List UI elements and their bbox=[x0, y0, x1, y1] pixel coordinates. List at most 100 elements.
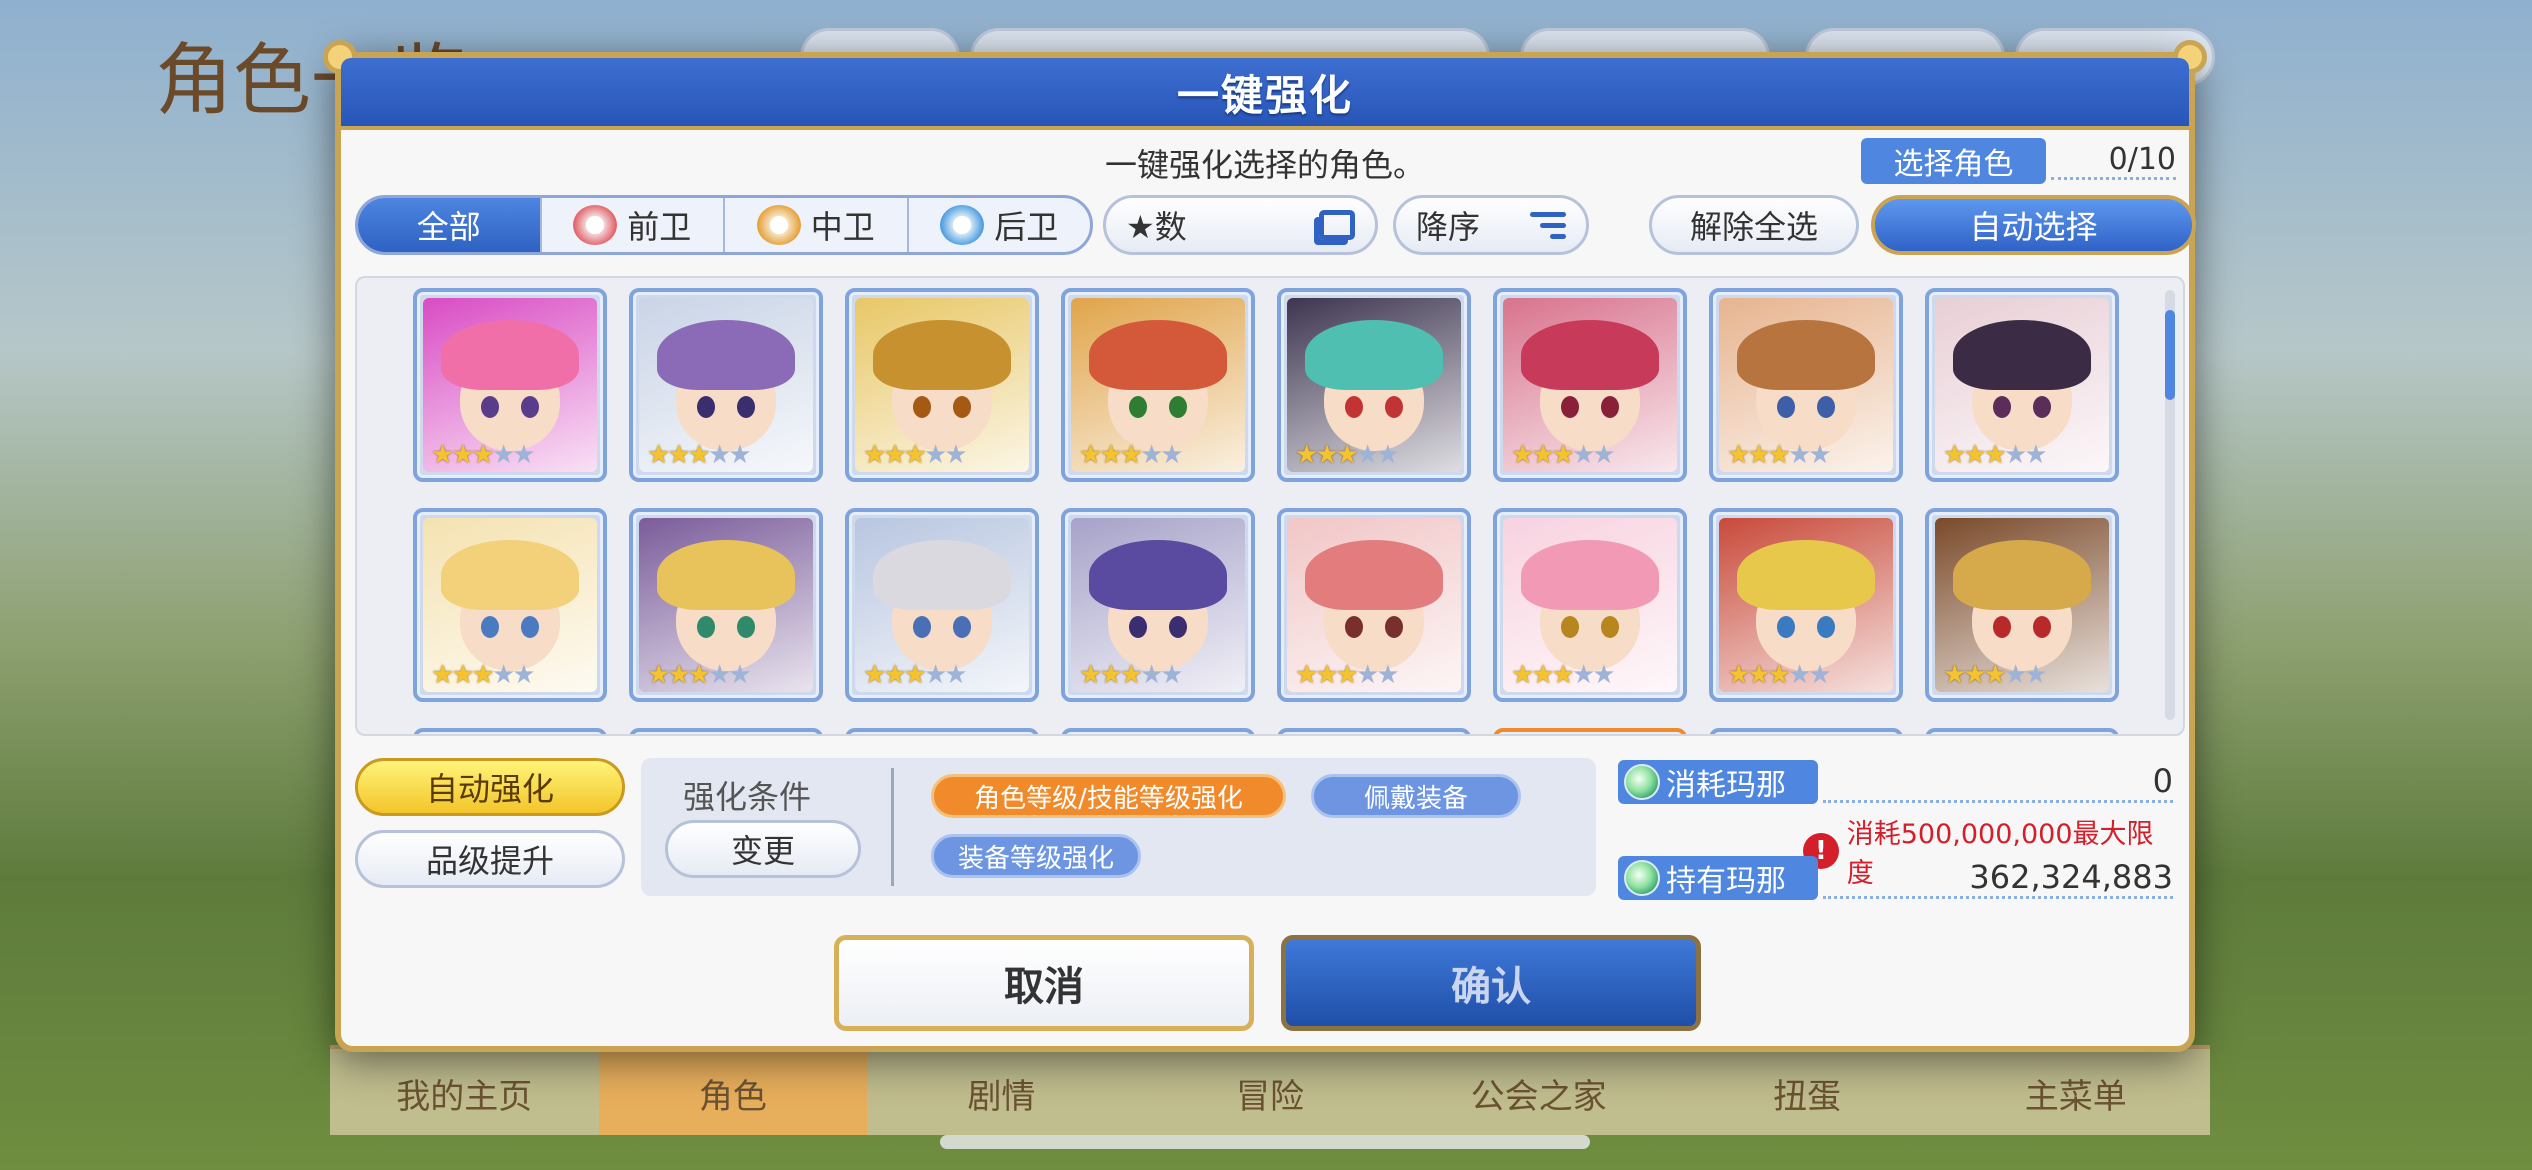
star-rating: ★★★★★ bbox=[1943, 440, 2048, 470]
tab-vanguard[interactable]: » 前卫 bbox=[542, 198, 725, 252]
tab-midguard[interactable]: » 中卫 bbox=[725, 198, 909, 252]
star-icon: ★ bbox=[687, 440, 711, 470]
deselect-all-button[interactable]: 解除全选 bbox=[1649, 195, 1859, 255]
rank-up-button[interactable]: 品级提升 bbox=[355, 830, 625, 888]
character-card[interactable]: ★★★★★ bbox=[1061, 508, 1255, 702]
portrait-hair bbox=[1089, 540, 1227, 610]
character-card[interactable]: ★★★★★ bbox=[1925, 508, 2119, 702]
bottom-nav-item: 剧情 bbox=[967, 1077, 1036, 1117]
character-card[interactable]: ★★★★★ bbox=[629, 508, 823, 702]
character-card[interactable]: ★★★★★ bbox=[413, 288, 607, 482]
star-icon: ★ bbox=[451, 660, 474, 690]
character-card[interactable] bbox=[1709, 728, 1903, 734]
character-portrait: ★★★★★ bbox=[423, 298, 597, 472]
portrait-hair bbox=[441, 320, 579, 390]
character-card[interactable]: ★★★★★ bbox=[413, 508, 607, 702]
portrait-eye bbox=[1169, 396, 1187, 418]
sort-label: 降序 bbox=[1416, 208, 1481, 246]
home-indicator[interactable] bbox=[940, 1135, 1590, 1149]
star-rating: ★★★★★ bbox=[431, 660, 536, 690]
star-icon: ★ bbox=[512, 660, 535, 690]
portrait-eye bbox=[1817, 616, 1835, 638]
portrait-eye bbox=[1561, 396, 1579, 418]
grid-scrollbar[interactable] bbox=[2165, 290, 2175, 720]
cancel-button[interactable]: 取消 bbox=[834, 935, 1254, 1031]
star-icon: ★ bbox=[1727, 660, 1750, 690]
star-rating: ★★★★★ bbox=[1511, 440, 1616, 470]
portrait-eye bbox=[953, 396, 971, 418]
sort-order-button[interactable]: 降序 bbox=[1393, 195, 1589, 255]
character-card[interactable]: ★★★★★ bbox=[629, 288, 823, 482]
star-icon: ★ bbox=[1315, 660, 1338, 690]
star-icon: ★ bbox=[1355, 440, 1379, 470]
character-card[interactable]: ★★★★★ bbox=[845, 508, 1039, 702]
star-icon: ★ bbox=[883, 660, 906, 690]
star-rating: ★★★★★ bbox=[1295, 440, 1400, 470]
character-card[interactable] bbox=[413, 728, 607, 734]
star-icon: ★ bbox=[1511, 660, 1534, 690]
star-icon: ★ bbox=[512, 440, 535, 470]
star-icon: ★ bbox=[1551, 440, 1575, 470]
condition-tag-equip-level: 装备等级强化 bbox=[931, 834, 1141, 878]
character-card[interactable] bbox=[1277, 728, 1471, 734]
change-conditions-button[interactable]: 变更 bbox=[665, 820, 861, 878]
star-icon: ★ bbox=[471, 660, 495, 690]
portrait-eye bbox=[1345, 396, 1363, 418]
portrait-eye bbox=[1129, 616, 1147, 638]
character-card[interactable] bbox=[629, 728, 823, 734]
tab-rearguard[interactable]: » 后卫 bbox=[909, 198, 1091, 252]
auto-select-button[interactable]: 自动选择 bbox=[1871, 195, 2196, 255]
auto-enhance-button[interactable]: 自动强化 bbox=[355, 758, 625, 816]
character-card[interactable]: ★★★★★ bbox=[1061, 288, 1255, 482]
star-icon: ★ bbox=[2003, 440, 2027, 470]
star-icon: ★ bbox=[451, 440, 474, 470]
mana-cost-value: 0 bbox=[1823, 762, 2173, 803]
star-icon: ★ bbox=[707, 440, 731, 470]
star-icon: ★ bbox=[1963, 440, 1986, 470]
character-card[interactable]: ★★★★★ bbox=[1493, 508, 1687, 702]
portrait-eye bbox=[1817, 396, 1835, 418]
confirm-button[interactable]: 确认 bbox=[1281, 935, 1701, 1031]
character-card[interactable] bbox=[1925, 728, 2119, 734]
star-rating: ★★★★★ bbox=[1727, 440, 1832, 470]
star-icon: ★ bbox=[1355, 660, 1379, 690]
character-card[interactable]: ★★★★★ bbox=[845, 288, 1039, 482]
star-icon: ★ bbox=[923, 660, 947, 690]
character-card[interactable] bbox=[1061, 728, 1255, 734]
star-filter-dropdown[interactable]: ★数 bbox=[1103, 195, 1378, 255]
tab-all[interactable]: 全部 bbox=[358, 198, 542, 252]
portrait-eye bbox=[697, 396, 715, 418]
star-icon: ★ bbox=[431, 440, 454, 470]
star-icon: ★ bbox=[1808, 660, 1831, 690]
character-card[interactable]: ★★★★★ bbox=[1709, 288, 1903, 482]
character-portrait: ★★★★★ bbox=[855, 518, 1029, 692]
character-card[interactable]: ★★★★★ bbox=[1709, 508, 1903, 702]
grid-scroll-thumb[interactable] bbox=[2165, 310, 2175, 400]
character-portrait: ★★★★★ bbox=[1503, 518, 1677, 692]
character-card[interactable] bbox=[845, 728, 1039, 734]
star-icon: ★ bbox=[1787, 440, 1811, 470]
select-character-count: 0/10 bbox=[2051, 142, 2176, 180]
character-card[interactable] bbox=[1493, 728, 1687, 734]
tab-vanguard-label: 前卫 bbox=[627, 208, 692, 246]
star-icon: ★ bbox=[1099, 440, 1122, 470]
star-icon: ★ bbox=[491, 440, 515, 470]
star-icon: ★ bbox=[1767, 660, 1791, 690]
rearguard-chevron-icon: » bbox=[940, 205, 985, 245]
star-icon: ★ bbox=[647, 440, 670, 470]
star-icon: ★ bbox=[1787, 660, 1811, 690]
character-card[interactable]: ★★★★★ bbox=[1277, 508, 1471, 702]
character-portrait: ★★★★★ bbox=[1071, 298, 1245, 472]
star-icon: ★ bbox=[1592, 440, 1615, 470]
star-icon: ★ bbox=[1511, 440, 1534, 470]
condition-tag-level-skill: 角色等级/技能等级强化 bbox=[931, 774, 1286, 818]
star-icon: ★ bbox=[647, 660, 670, 690]
portrait-hair bbox=[657, 540, 795, 610]
star-icon: ★ bbox=[1571, 660, 1595, 690]
role-filter-tabs: 全部 » 前卫 » 中卫 » 后卫 bbox=[355, 195, 1093, 255]
character-card[interactable]: ★★★★★ bbox=[1493, 288, 1687, 482]
character-card[interactable]: ★★★★★ bbox=[1925, 288, 2119, 482]
one-key-enhance-dialog: 一键强化 一键强化选择的角色。 选择角色 0/10 全部 » 前卫 » 中卫 »… bbox=[323, 40, 2207, 1052]
character-card[interactable]: ★★★★★ bbox=[1277, 288, 1471, 482]
mana-owned-label: 持有玛那 bbox=[1666, 864, 1786, 899]
